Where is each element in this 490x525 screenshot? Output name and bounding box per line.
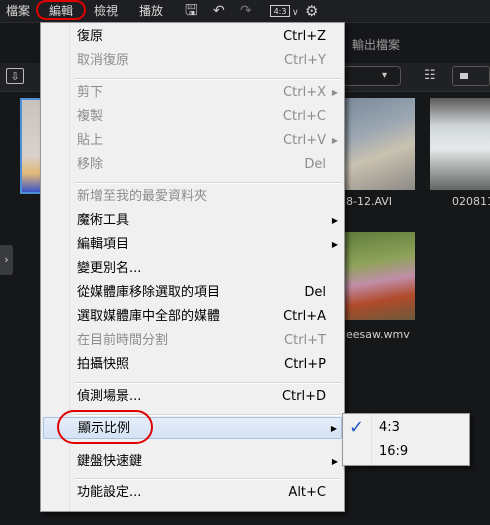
menu-item-cut[interactable]: 剪下 Ctrl+X ▶ xyxy=(41,82,344,104)
aspect-ratio-highlight-ring xyxy=(57,410,153,444)
view-mode-dropdown[interactable] xyxy=(452,66,490,86)
chevron-down-icon[interactable]: ▾ xyxy=(382,70,387,81)
menu-item-paste[interactable]: 貼上 Ctrl+V ▶ xyxy=(41,130,344,152)
library-dropdown[interactable] xyxy=(343,66,401,86)
submenu-arrow-icon: ▶ xyxy=(331,136,338,145)
save-icon[interactable]: 🖫 xyxy=(185,1,198,19)
menu-separator xyxy=(75,382,341,384)
menu-file[interactable]: 檔案 xyxy=(6,3,30,19)
submenu-arrow-icon: ▶ xyxy=(331,240,338,249)
submenu-item-4-3[interactable]: ✓ 4:3 xyxy=(343,417,469,439)
sort-grid-icon[interactable]: ☷ xyxy=(424,68,436,83)
menu-item-snapshot[interactable]: 拍攝快照 Ctrl+P xyxy=(41,354,344,376)
menu-view[interactable]: 檢視 xyxy=(94,3,118,19)
menu-item-select-all[interactable]: 選取媒體庫中全部的媒體 Ctrl+A xyxy=(41,306,344,328)
redo-icon[interactable]: ↷ xyxy=(240,2,252,20)
menu-separator xyxy=(75,78,341,80)
aspect-ratio-submenu: ✓ 4:3 16:9 xyxy=(342,413,470,466)
thumbnail-caption: eesaw.wmv xyxy=(346,328,410,341)
submenu-arrow-icon: ▶ xyxy=(331,88,338,97)
menu-separator xyxy=(75,182,341,184)
menu-item-add-favorite[interactable]: 新增至我的最愛資料夾 xyxy=(41,186,344,208)
menu-item-preferences[interactable]: 功能設定... Alt+C xyxy=(41,482,344,504)
thumbnail-caption: 020811 xyxy=(452,195,490,208)
menu-item-rename[interactable]: 變更別名... xyxy=(41,258,344,280)
view-mode-icon xyxy=(460,73,468,79)
submenu-arrow-icon: ▶ xyxy=(330,424,337,433)
menu-item-detect-scene[interactable]: 偵測場景... Ctrl+D xyxy=(41,386,344,408)
checkmark-icon: ✓ xyxy=(349,417,365,438)
chevron-down-icon[interactable]: ∨ xyxy=(292,4,299,22)
selected-media-thumbnail[interactable] xyxy=(20,98,42,194)
menu-play[interactable]: 播放 xyxy=(139,3,163,19)
submenu-arrow-icon: ▶ xyxy=(331,457,338,466)
undo-icon[interactable]: ↶ xyxy=(213,2,225,20)
aspect-ratio-button[interactable]: 4:3 xyxy=(270,5,290,17)
media-thumbnail[interactable] xyxy=(430,98,490,190)
gear-icon[interactable]: ⚙ xyxy=(305,2,318,20)
thumbnail-caption: 8-12.AVI xyxy=(346,195,393,208)
import-icon[interactable]: ⇩ xyxy=(6,68,24,84)
menu-separator xyxy=(75,478,341,480)
tab-output[interactable]: 輸出檔案 xyxy=(352,36,400,53)
expand-panel-icon[interactable]: › xyxy=(0,245,13,275)
menu-item-keyboard-shortcuts[interactable]: 鍵盤快速鍵 ▶ xyxy=(41,451,344,473)
media-thumbnail[interactable] xyxy=(345,98,415,190)
menu-item-redo[interactable]: 取消復原 Ctrl+Y xyxy=(41,50,344,72)
menu-item-remove-selected[interactable]: 從媒體庫移除選取的項目 Del xyxy=(41,282,344,304)
submenu-item-16-9[interactable]: 16:9 xyxy=(343,441,469,463)
edit-highlight-ring xyxy=(36,0,86,20)
menu-item-magic-tools[interactable]: 魔術工具 ▶ xyxy=(41,210,344,232)
menu-item-undo[interactable]: 復原 Ctrl+Z xyxy=(41,26,344,48)
menu-item-split[interactable]: 在目前時間分割 Ctrl+T xyxy=(41,330,344,352)
menu-item-copy[interactable]: 複製 Ctrl+C xyxy=(41,106,344,128)
menu-bar: 檔案 編輯 檢視 播放 🖫 ↶ ↷ 4:3 ∨ ⚙ xyxy=(0,0,490,23)
media-thumbnail[interactable] xyxy=(345,232,415,320)
menu-item-remove[interactable]: 移除 Del xyxy=(41,154,344,176)
menu-item-edit-item[interactable]: 編輯項目 ▶ xyxy=(41,234,344,256)
submenu-arrow-icon: ▶ xyxy=(331,216,338,225)
